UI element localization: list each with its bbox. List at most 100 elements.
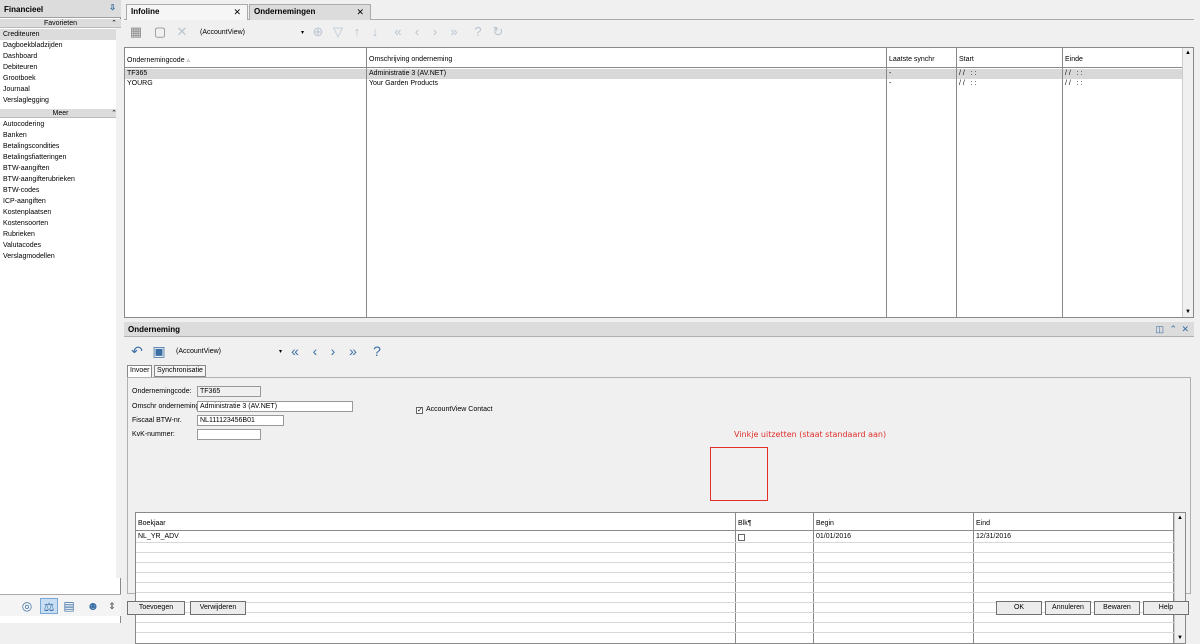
close-icon[interactable]: ✕ bbox=[1181, 324, 1189, 335]
grid-scrollbar[interactable]: ▲ ▼ bbox=[1182, 48, 1193, 317]
first-record-icon[interactable]: « bbox=[390, 24, 406, 40]
sidebar-item-dashboard[interactable]: Dashboard bbox=[0, 51, 120, 62]
close-icon[interactable]: ✕ bbox=[233, 5, 241, 19]
new-record-icon[interactable]: ▢ bbox=[152, 24, 168, 40]
cell-code[interactable]: TF365 bbox=[125, 69, 147, 79]
cell-last-sync[interactable]: - bbox=[887, 79, 891, 89]
blk-checkbox[interactable] bbox=[738, 534, 745, 541]
sidebar-item-btw-aangifterubrieken[interactable]: BTW-aangifterubrieken bbox=[0, 174, 120, 185]
sidebar-item-journaal[interactable]: Journaal bbox=[0, 84, 120, 95]
sidebar-item-grootboek[interactable]: Grootboek bbox=[0, 73, 120, 84]
split-view-icon[interactable]: ◫ bbox=[1155, 324, 1164, 335]
add-button[interactable]: Toevoegen bbox=[127, 601, 185, 615]
cell-end[interactable]: / / : : bbox=[1063, 69, 1083, 79]
sidebar-item-autocodering[interactable]: Autocodering bbox=[0, 119, 120, 130]
save-icon[interactable]: ▣ bbox=[150, 342, 168, 360]
cell-boekjaar[interactable]: NL_YR_ADV bbox=[136, 532, 179, 542]
scales-icon[interactable]: ⚖ bbox=[40, 598, 58, 614]
col-header-end[interactable]: Einde bbox=[1063, 48, 1183, 68]
refresh-icon[interactable]: ↻ bbox=[490, 24, 506, 40]
collapse-icon[interactable]: ⌃ bbox=[1169, 324, 1177, 335]
previous-record-icon[interactable]: ‹ bbox=[308, 342, 322, 360]
sort-up-icon[interactable]: ↑ bbox=[350, 24, 364, 40]
last-record-icon[interactable]: » bbox=[344, 342, 362, 360]
group-favorites[interactable]: Favorieten ⌃ bbox=[0, 19, 121, 28]
subtab-invoer[interactable]: Invoer bbox=[127, 365, 153, 377]
accountview-contact-checkbox[interactable]: ✓ bbox=[416, 407, 423, 414]
previous-record-icon[interactable]: ‹ bbox=[410, 24, 424, 40]
pin-icon[interactable]: ⇩ bbox=[109, 3, 116, 12]
sidebar-item-betalingscondities[interactable]: Betalingscondities bbox=[0, 141, 120, 152]
vat-field[interactable]: NL111123456B01 bbox=[197, 415, 284, 426]
sidebar-item-dagboekbladzijden[interactable]: Dagboekbladzijden bbox=[0, 40, 120, 51]
sidebar-scrollbar[interactable] bbox=[116, 28, 121, 578]
col-header-code[interactable]: Ondernemingcode ▵ bbox=[125, 48, 367, 68]
sidebar-item-verslagmodellen[interactable]: Verslagmodellen bbox=[0, 251, 120, 262]
close-icon[interactable]: ✕ bbox=[356, 5, 364, 19]
col-header-start[interactable]: Start bbox=[957, 48, 1063, 68]
scroll-up-icon[interactable]: ▲ bbox=[1185, 50, 1191, 56]
document-icon[interactable]: ▤ bbox=[60, 598, 78, 614]
grid-view-icon[interactable]: ▦ bbox=[128, 24, 144, 40]
tab-ondernemingen[interactable]: Ondernemingen ✕ bbox=[249, 4, 371, 20]
chevron-updown-icon[interactable]: ⇕ bbox=[103, 598, 121, 614]
people-icon[interactable]: ☻ bbox=[84, 598, 102, 614]
cancel-button[interactable]: Annuleren bbox=[1045, 601, 1091, 615]
help-icon[interactable]: ? bbox=[470, 24, 486, 40]
sidebar-item-verslaglegging[interactable]: Verslaglegging bbox=[0, 95, 120, 106]
sidebar-item-debiteuren[interactable]: Debiteuren bbox=[0, 62, 120, 73]
cell-begin[interactable]: 01/01/2016 bbox=[814, 532, 851, 542]
col-header-eind[interactable]: Eind bbox=[974, 513, 1174, 531]
subtab-synchronisatie[interactable]: Synchronisatie bbox=[154, 365, 206, 377]
sort-down-icon[interactable]: ↓ bbox=[368, 24, 382, 40]
first-record-icon[interactable]: « bbox=[286, 342, 304, 360]
col-header-boekjaar[interactable]: Boekjaar bbox=[136, 513, 736, 531]
cell-eind[interactable]: 12/31/2016 bbox=[974, 532, 1011, 542]
col-header-last-sync[interactable]: Laatste synchr bbox=[887, 48, 957, 68]
fiscal-grid-scrollbar[interactable]: ▲ ▼ bbox=[1174, 513, 1185, 643]
sidebar-item-crediteuren[interactable]: Crediteuren bbox=[0, 29, 120, 40]
cell-description[interactable]: Your Garden Products bbox=[367, 79, 438, 89]
cell-description[interactable]: Administratie 3 (AV.NET) bbox=[367, 69, 446, 79]
remove-button[interactable]: Verwijderen bbox=[190, 601, 246, 615]
undo-icon[interactable]: ↶ bbox=[128, 342, 146, 360]
cell-last-sync[interactable]: - bbox=[887, 69, 891, 79]
scroll-down-icon[interactable]: ▼ bbox=[1177, 635, 1183, 641]
sidebar-item-betalingsfiatteringen[interactable]: Betalingsfiatteringen bbox=[0, 152, 120, 163]
next-record-icon[interactable]: › bbox=[428, 24, 442, 40]
scroll-up-icon[interactable]: ▲ bbox=[1177, 515, 1183, 521]
help-icon[interactable]: ? bbox=[368, 342, 386, 360]
sidebar-item-btw-codes[interactable]: BTW-codes bbox=[0, 185, 120, 196]
view-selector[interactable]: (AccountView) ▾ bbox=[198, 26, 304, 40]
cell-start[interactable]: / / : : bbox=[957, 79, 977, 89]
cell-code[interactable]: YOURG bbox=[125, 79, 153, 89]
sidebar-item-btw-aangiften[interactable]: BTW-aangiften bbox=[0, 163, 120, 174]
delete-icon[interactable]: ✕ bbox=[174, 24, 190, 40]
sidebar-item-kostenplaatsen[interactable]: Kostenplaatsen bbox=[0, 207, 120, 218]
tab-infoline[interactable]: Infoline ✕ bbox=[126, 4, 248, 20]
help-button[interactable]: Help bbox=[1143, 601, 1189, 615]
sidebar-item-banken[interactable]: Banken bbox=[0, 130, 120, 141]
compass-icon[interactable]: ◎ bbox=[18, 598, 36, 614]
sidebar-item-icp-aangiften[interactable]: ICP-aangiften bbox=[0, 196, 120, 207]
col-header-begin[interactable]: Begin bbox=[814, 513, 974, 531]
last-record-icon[interactable]: » bbox=[446, 24, 462, 40]
panel-view-selector[interactable]: (AccountView) ▾ bbox=[174, 345, 282, 359]
filter-icon[interactable]: ▽ bbox=[330, 24, 346, 40]
col-header-description[interactable]: Omschrijving onderneming bbox=[367, 48, 887, 68]
ok-button[interactable]: OK bbox=[996, 601, 1042, 615]
cell-start[interactable]: / / : : bbox=[957, 69, 977, 79]
description-field[interactable]: Administratie 3 (AV.NET) bbox=[197, 401, 353, 412]
sidebar-item-kostensoorten[interactable]: Kostensoorten bbox=[0, 218, 120, 229]
sidebar-item-valutacodes[interactable]: Valutacodes bbox=[0, 240, 120, 251]
dropdown-arrow-icon[interactable]: ▾ bbox=[301, 26, 304, 40]
group-more[interactable]: Meer ⌃ bbox=[0, 109, 121, 118]
sidebar-item-rubrieken[interactable]: Rubrieken bbox=[0, 229, 120, 240]
collapse-icon[interactable]: ⌃ bbox=[111, 19, 117, 28]
col-header-blk[interactable]: Blk¶ bbox=[736, 513, 814, 531]
save-button[interactable]: Bewaren bbox=[1094, 601, 1140, 615]
kvk-field[interactable] bbox=[197, 429, 261, 440]
dropdown-arrow-icon[interactable]: ▾ bbox=[279, 345, 282, 359]
code-field[interactable]: TF365 bbox=[197, 386, 261, 397]
next-record-icon[interactable]: › bbox=[326, 342, 340, 360]
